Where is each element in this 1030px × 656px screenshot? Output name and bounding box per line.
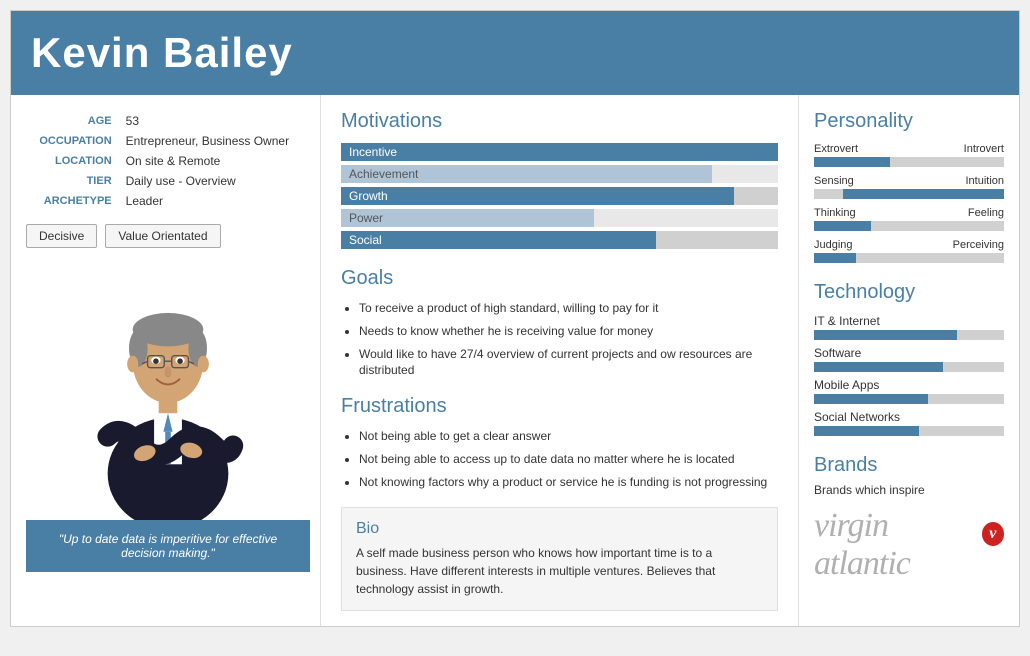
bar-label-power: Power: [349, 210, 383, 226]
occupation-label: OCCUPATION: [28, 132, 120, 150]
trait-thinking-feeling: Thinking Feeling: [814, 207, 1004, 231]
portrait: [26, 260, 310, 520]
goal-item-1: To receive a product of high standard, w…: [359, 300, 778, 317]
left-column: AGE 53 OCCUPATION Entrepreneur, Business…: [11, 95, 321, 626]
frustration-item-2: Not being able to access up to date data…: [359, 451, 778, 468]
motivation-bar-growth: Growth: [341, 187, 778, 205]
technology-section: Technology IT & Internet Software Mobile…: [814, 281, 1004, 436]
age-value: 53: [122, 112, 308, 130]
tech-label-it: IT & Internet: [814, 314, 1004, 328]
person-name: Kevin Bailey: [31, 29, 999, 77]
bio-title: Bio: [356, 520, 763, 538]
motivation-bar-incentive: Incentive: [341, 143, 778, 161]
goals-section: Goals To receive a product of high stand…: [341, 267, 778, 379]
middle-column: Motivations Incentive Achievement: [321, 95, 799, 626]
bar-label-growth: Growth: [349, 188, 388, 204]
frustrations-title: Frustrations: [341, 395, 778, 418]
frustration-item-3: Not knowing factors why a product or ser…: [359, 474, 778, 491]
bio-text: A self made business person who knows ho…: [356, 544, 763, 598]
tech-software: Software: [814, 346, 1004, 372]
trait-left-extrovert: Extrovert: [814, 143, 858, 155]
virgin-badge: v: [982, 522, 1004, 546]
trait-right-intuition: Intuition: [965, 175, 1004, 187]
goal-item-3: Would like to have 27/4 overview of curr…: [359, 346, 778, 380]
tech-social-networks: Social Networks: [814, 410, 1004, 436]
trait-extrovert-introvert: Extrovert Introvert: [814, 143, 1004, 167]
trait-sensing-intuition: Sensing Intuition: [814, 175, 1004, 199]
goal-item-2: Needs to know whether he is receiving va…: [359, 323, 778, 340]
bio-box: Bio A self made business person who know…: [341, 507, 778, 611]
trait-right-perceiving: Perceiving: [953, 239, 1004, 251]
motivation-bar-achievement: Achievement: [341, 165, 778, 183]
tech-label-social: Social Networks: [814, 410, 1004, 424]
occupation-value: Entrepreneur, Business Owner: [122, 132, 308, 150]
trait-left-thinking: Thinking: [814, 207, 856, 219]
person-image: [68, 260, 268, 520]
archetype-value: Leader: [122, 192, 308, 210]
tier-value: Daily use - Overview: [122, 172, 308, 190]
brands-subtitle: Brands which inspire: [814, 483, 1004, 497]
personality-section: Personality Extrovert Introvert Sensing: [814, 110, 1004, 263]
header: Kevin Bailey: [11, 11, 1019, 95]
location-value: On site & Remote: [122, 152, 308, 170]
info-table: AGE 53 OCCUPATION Entrepreneur, Business…: [26, 110, 310, 212]
tags-row: Decisive Value Orientated: [26, 224, 310, 248]
tech-label-software: Software: [814, 346, 1004, 360]
tech-label-mobile: Mobile Apps: [814, 378, 1004, 392]
quote-box: "Up to date data is imperitive for effec…: [26, 520, 310, 572]
brands-title: Brands: [814, 454, 1004, 477]
main-content: AGE 53 OCCUPATION Entrepreneur, Business…: [11, 95, 1019, 626]
trait-left-judging: Judging: [814, 239, 853, 251]
tag-decisive[interactable]: Decisive: [26, 224, 97, 248]
bar-label-social: Social: [349, 232, 382, 248]
tier-label: TIER: [28, 172, 120, 190]
technology-title: Technology: [814, 281, 1004, 304]
quote-text: "Up to date data is imperitive for effec…: [59, 532, 277, 560]
motivation-bar-power: Power: [341, 209, 778, 227]
frustration-item-1: Not being able to get a clear answer: [359, 428, 778, 445]
tech-mobile-apps: Mobile Apps: [814, 378, 1004, 404]
age-label: AGE: [28, 112, 120, 130]
trait-right-introvert: Introvert: [964, 143, 1004, 155]
virgin-atlantic-logo: virgin atlantic v: [814, 507, 1004, 583]
trait-left-sensing: Sensing: [814, 175, 854, 187]
motivations-section: Motivations Incentive Achievement: [341, 110, 778, 249]
bar-label-incentive: Incentive: [349, 144, 397, 160]
bar-label-achievement: Achievement: [349, 166, 418, 182]
trait-right-feeling: Feeling: [968, 207, 1004, 219]
tech-it-internet: IT & Internet: [814, 314, 1004, 340]
archetype-label: ARCHETYPE: [28, 192, 120, 210]
motivation-bar-social: Social: [341, 231, 778, 249]
right-column: Personality Extrovert Introvert Sensing: [799, 95, 1019, 626]
brands-section: Brands Brands which inspire virgin atlan…: [814, 454, 1004, 583]
personality-title: Personality: [814, 110, 1004, 133]
location-label: LOCATION: [28, 152, 120, 170]
goals-title: Goals: [341, 267, 778, 290]
virgin-text: virgin atlantic: [814, 507, 979, 583]
trait-judging-perceiving: Judging Perceiving: [814, 239, 1004, 263]
frustrations-section: Frustrations Not being able to get a cle…: [341, 395, 778, 490]
motivations-title: Motivations: [341, 110, 778, 133]
tag-value-orientated[interactable]: Value Orientated: [105, 224, 220, 248]
